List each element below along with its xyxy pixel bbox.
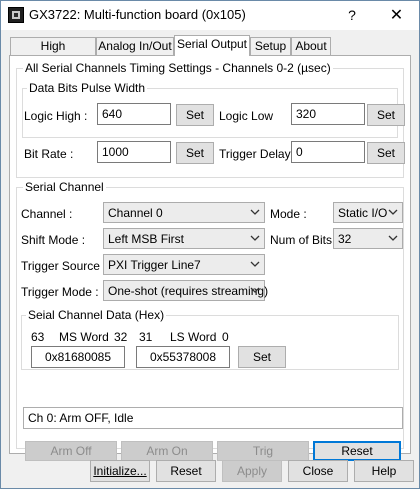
window-title: GX3722: Multi-function board (0x105) [29,7,246,22]
apply-button[interactable]: Apply [222,460,282,482]
channel-select[interactable]: Channel 0 [103,202,265,223]
initialize-label: Initialize... [93,464,147,478]
bit-0-label: 0 [222,330,229,344]
ms-word-label: MS Word [59,330,109,344]
trigger-delay-input[interactable]: 0 [291,141,365,163]
num-bits-select-value: 32 [338,232,352,246]
chevron-down-icon [250,235,260,241]
status-box: Ch 0: Arm OFF, Idle [23,407,403,429]
trigger-source-select[interactable]: PXI Trigger Line7 [103,254,265,275]
bit-32-label: 32 [114,330,128,344]
logic-high-input[interactable]: 640 [97,103,171,125]
channel-data-group: Seial Channel Data (Hex) 63 MS Word 32 3… [21,308,399,370]
dialog-window: GX3722: Multi-function board (0x105) ? ✕… [0,0,420,489]
initialize-button[interactable]: Initialize... [90,460,150,482]
tab-setup[interactable]: Setup [250,37,291,55]
help-title-button[interactable]: ? [332,1,372,30]
trigger-delay-set-button[interactable]: Set [367,142,405,164]
reset-channel-button[interactable]: Reset [313,441,401,461]
trigger-mode-label: Trigger Mode : [21,285,99,299]
logic-low-label: Logic Low [219,109,274,123]
chevron-down-icon [250,287,260,293]
bit-63-label: 63 [31,330,45,344]
bit-rate-label: Bit Rate : [24,147,74,161]
trigger-source-select-value: PXI Trigger Line7 [108,258,201,272]
serial-channel-group-title: Serial Channel [23,180,106,194]
serial-output-panel: All Serial Channels Timing Settings - Ch… [9,55,411,461]
title-bar: GX3722: Multi-function board (0x105) ? ✕ [1,1,419,30]
pulse-width-group-title: Data Bits Pulse Width [27,81,148,95]
channel-data-group-title: Seial Channel Data (Hex) [26,308,167,322]
logic-high-set-button[interactable]: Set [176,104,214,126]
ms-word-input[interactable]: 0x81680085 [31,346,125,368]
reset-label: Reset [170,464,202,478]
shift-mode-select[interactable]: Left MSB First [103,228,265,249]
tab-high-bandwidth[interactable]: High Bandwidth [10,37,96,69]
tab-strip: High Bandwidth Analog In/Out Serial Outp… [1,35,420,69]
bit-rate-set-button[interactable]: Set [176,142,214,164]
arm-on-button[interactable]: Arm On [121,441,213,461]
apply-label: Apply [236,464,268,478]
data-set-button[interactable]: Set [238,346,286,368]
trigger-source-label: Trigger Source : [21,259,107,273]
trigger-delay-label: Trigger Delay : [219,147,298,161]
chevron-down-icon [388,235,398,241]
trig-button[interactable]: Trig [217,441,309,461]
reset-button[interactable]: Reset [156,460,216,482]
ls-word-input[interactable]: 0x55378008 [136,346,230,368]
logic-low-input[interactable]: 320 [291,103,365,125]
mode-select-value: Static I/O [338,206,388,220]
close-title-button[interactable]: ✕ [374,1,419,30]
trigger-mode-select-value: One-shot (requires streaming) [108,284,269,298]
chevron-down-icon [388,209,398,215]
tab-analog-in-out[interactable]: Analog In/Out [96,37,174,55]
shift-mode-select-value: Left MSB First [108,232,185,246]
shift-mode-label: Shift Mode : [21,233,86,247]
close-button[interactable]: Close [288,460,348,482]
trigger-mode-select[interactable]: One-shot (requires streaming) [103,280,269,301]
ls-word-label: LS Word [170,330,217,344]
num-bits-label: Num of Bits : [270,233,339,247]
help-label: Help [371,464,397,478]
tab-about[interactable]: About [291,37,331,55]
channel-label: Channel : [21,207,73,221]
logic-low-set-button[interactable]: Set [367,104,405,126]
chevron-down-icon [250,261,260,267]
app-icon [8,7,24,23]
bit-31-label: 31 [139,330,153,344]
mode-select[interactable]: Static I/O [333,202,403,223]
help-button[interactable]: Help [354,460,414,482]
close-label: Close [302,464,334,478]
tab-serial-output[interactable]: Serial Output [174,35,250,56]
logic-high-label: Logic High : [24,109,88,123]
channel-select-value: Channel 0 [108,206,163,220]
arm-off-button[interactable]: Arm Off [25,441,117,461]
num-bits-select[interactable]: 32 [333,228,403,249]
chevron-down-icon [250,209,260,215]
bit-rate-input[interactable]: 1000 [97,141,171,163]
timing-group: All Serial Channels Timing Settings - Ch… [16,61,405,178]
timing-group-title: All Serial Channels Timing Settings - Ch… [23,61,333,75]
mode-label: Mode : [270,207,307,221]
